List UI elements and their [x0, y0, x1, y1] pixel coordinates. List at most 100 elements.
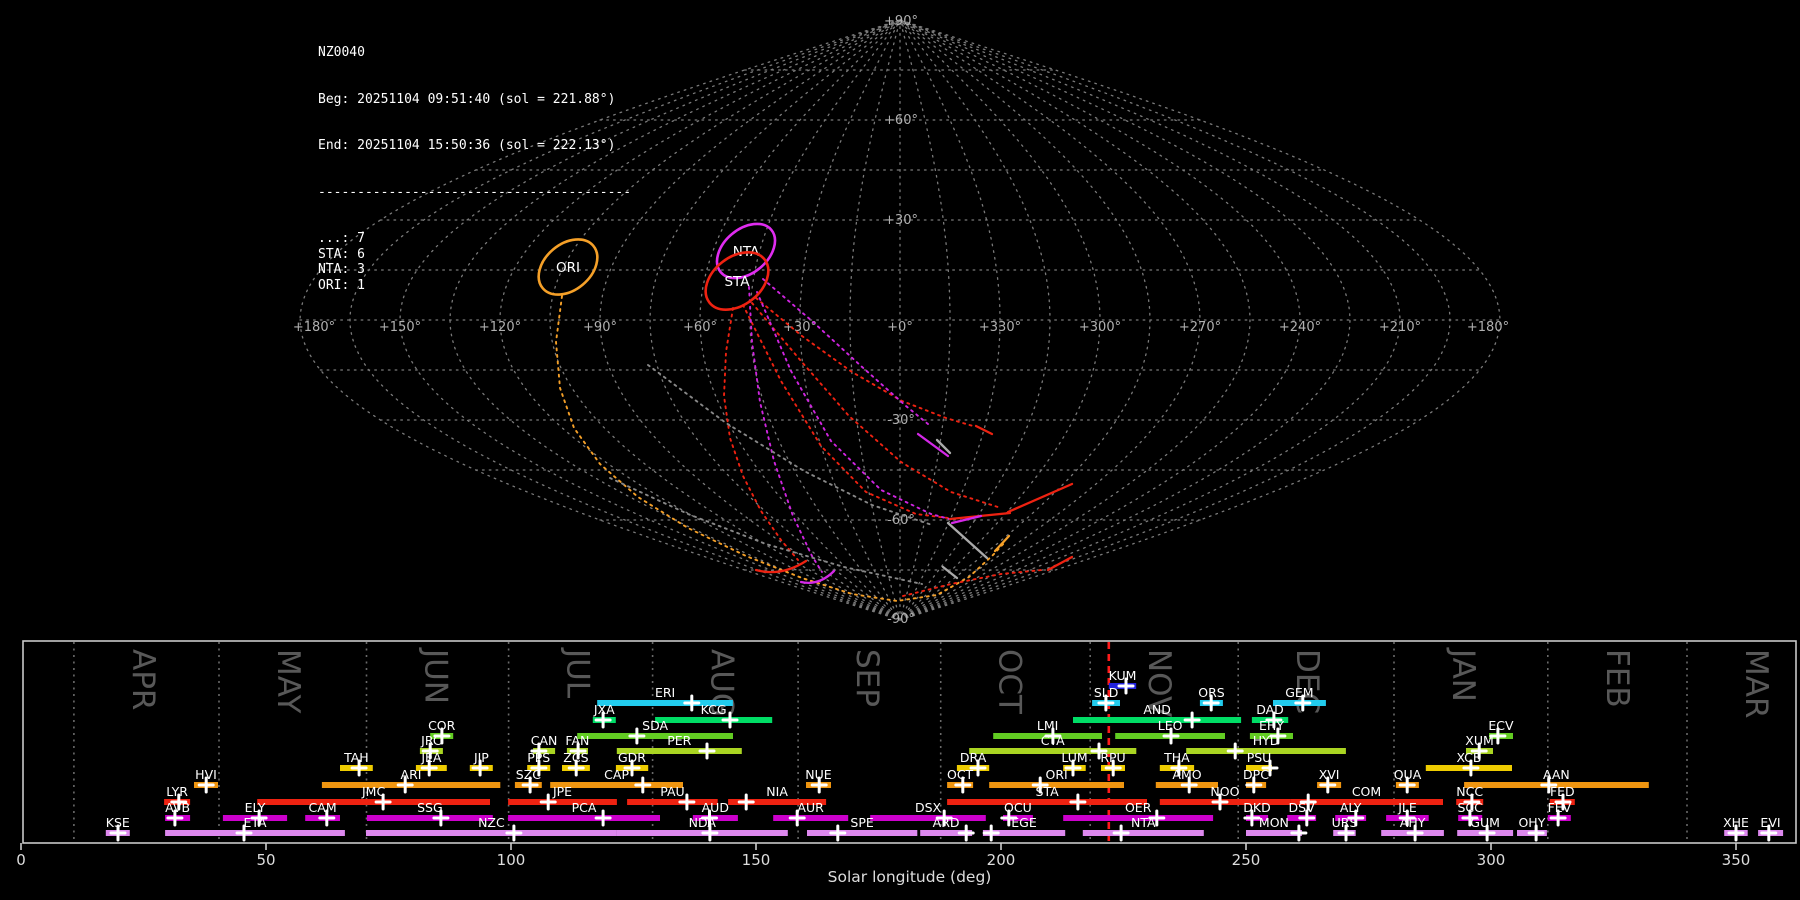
- lon-label: +240°: [1279, 320, 1321, 335]
- x-tick-label: 250: [1232, 851, 1261, 869]
- peak-marker-CAP: [634, 776, 652, 794]
- shower-label-LMI: LMI: [1037, 718, 1058, 733]
- lon-label: +90°: [583, 320, 617, 335]
- shower-label-GEM: GEM: [1285, 685, 1313, 700]
- month-label-JAN: JAN: [1445, 647, 1481, 702]
- count-line-STA: STA: 6: [318, 246, 365, 262]
- shower-RPU: RPU: [1100, 750, 1126, 777]
- shower-JIP: JIP: [469, 750, 493, 777]
- shower-EGE: EGE: [982, 815, 1066, 842]
- shower-label-EHY: EHY: [1259, 718, 1284, 733]
- station-id: NZ0040: [318, 45, 365, 60]
- shower-label-JEA: JEA: [420, 750, 442, 765]
- shower-bar-JMC: [257, 799, 490, 805]
- shower-label-PAU: PAU: [660, 784, 684, 799]
- shower-bar-AUR: [773, 815, 849, 821]
- shower-HVI: HVI: [194, 767, 218, 794]
- shower-label-SPE: SPE: [850, 815, 873, 830]
- lon-label: +300°: [1079, 320, 1121, 335]
- peak-marker-EGE: [982, 824, 1000, 842]
- shower-label-DSV: DSV: [1289, 800, 1316, 815]
- shower-label-XCB: XCB: [1457, 750, 1482, 765]
- lat-label: -30°: [887, 413, 915, 428]
- shower-label-HYD: HYD: [1253, 733, 1280, 748]
- lat-label: +90°: [884, 14, 918, 29]
- month-label-FEB: FEB: [1599, 649, 1635, 708]
- shower-label-DSX: DSX: [915, 800, 942, 815]
- shower-EVI: EVI: [1758, 815, 1784, 842]
- shower-label-PER: PER: [667, 733, 691, 748]
- meteor-trail-solid: [1046, 555, 1074, 572]
- x-tick-label: 300: [1477, 851, 1506, 869]
- shower-ZCS: ZCS: [562, 750, 590, 777]
- shower-bar-STA: [947, 799, 1147, 805]
- lon-label: +150°: [379, 320, 421, 335]
- shower-label-CTA: CTA: [1041, 733, 1065, 748]
- lat-label: -60°: [887, 513, 915, 528]
- shower-XCB: XCB: [1425, 750, 1512, 777]
- shower-label-CAN: CAN: [531, 733, 558, 748]
- activity-timeline: APR MAY JUN JUL AUG SEP OCT NOV DEC JAN FEB MAR0 50 1…: [16, 640, 1797, 886]
- x-tick-label: 0: [16, 851, 26, 869]
- radiant-label-STA: STA: [724, 274, 750, 290]
- shower-bar-JPE: [508, 799, 617, 805]
- row-violet: KSE ETA NZC NDA SPE ARD EGE NTA MON URS AHY GUM OHY X…: [106, 815, 1784, 842]
- shower-AVB: AVB: [165, 800, 191, 827]
- peak-marker-PCA: [594, 809, 612, 827]
- shower-SLD: SLD: [1092, 685, 1120, 712]
- lat-label: +30°: [884, 213, 918, 228]
- observation-header: NZ0040 Beg: 20251104 09:51:40 (sol = 221…: [318, 14, 631, 309]
- shower-label-AND: AND: [1143, 702, 1171, 717]
- shower-label-SDA: SDA: [642, 718, 668, 733]
- count-line-ORI: ORI: 1: [318, 277, 365, 293]
- shower-label-TAH: TAH: [343, 750, 369, 765]
- shower-label-NCC: NCC: [1456, 784, 1483, 799]
- shower-label-SSG: SSG: [417, 800, 443, 815]
- peak-marker-NIA: [737, 793, 755, 811]
- shower-label-DKD: DKD: [1243, 800, 1270, 815]
- shower-ORS: ORS: [1198, 685, 1225, 712]
- shower-bar-SPE: [807, 830, 918, 836]
- lon-label: +60°: [683, 320, 717, 335]
- shower-label-EVI: EVI: [1760, 815, 1780, 830]
- lon-label: +120°: [479, 320, 521, 335]
- x-tick-label: 200: [987, 851, 1016, 869]
- shower-label-FEV: FEV: [1548, 800, 1572, 815]
- shower-DSV: DSV: [1287, 800, 1317, 827]
- shower-label-OHY: OHY: [1518, 815, 1545, 830]
- lat-label: +60°: [884, 113, 918, 128]
- shower-label-ELY: ELY: [245, 800, 266, 815]
- lon-label: +330°: [979, 320, 1021, 335]
- month-label-OCT: OCT: [992, 649, 1028, 715]
- lon-label: +180°: [1467, 320, 1509, 335]
- peak-marker-ARD: [957, 824, 975, 842]
- lon-label: +210°: [1379, 320, 1421, 335]
- peak-marker-NTA: [1112, 824, 1130, 842]
- shower-label-KUM: KUM: [1109, 668, 1137, 683]
- shower-KSE: KSE: [106, 815, 130, 842]
- month-label-SEP: SEP: [849, 649, 885, 707]
- lon-label: +270°: [1179, 320, 1221, 335]
- shower-label-DPC: DPC: [1243, 767, 1269, 782]
- x-tick-label: 350: [1722, 851, 1751, 869]
- shower-label-MON: MON: [1259, 815, 1289, 830]
- shower-label-GUM: GUM: [1470, 815, 1500, 830]
- shower-label-COM: COM: [1352, 784, 1381, 799]
- shower-label-ETA: ETA: [243, 815, 267, 830]
- end-time: End: 20251104 15:50:36 (sol = 222.13°): [318, 138, 616, 153]
- shower-label-AVB: AVB: [165, 800, 190, 815]
- count-line-dotdotdot: ...: 7: [318, 231, 365, 246]
- shower-label-AUR: AUR: [797, 800, 824, 815]
- x-tick-label: 50: [256, 851, 275, 869]
- month-label-JUL: JUL: [560, 647, 596, 699]
- shower-JXA: JXA: [592, 702, 616, 729]
- shower-label-AAN: AAN: [1543, 767, 1570, 782]
- shower-label-STA: STA: [1036, 784, 1060, 799]
- row-green: COR SDA LMI LEO EHY ECV: [428, 718, 1514, 745]
- shower-bar-ETA: [165, 830, 345, 836]
- shower-bar-PCA: [508, 815, 660, 821]
- meteor-trail-dotted: [647, 364, 933, 526]
- shower-bar-KCG: [655, 717, 773, 723]
- shower-label-DAD: DAD: [1256, 702, 1284, 717]
- month-label-APR: APR: [125, 649, 161, 710]
